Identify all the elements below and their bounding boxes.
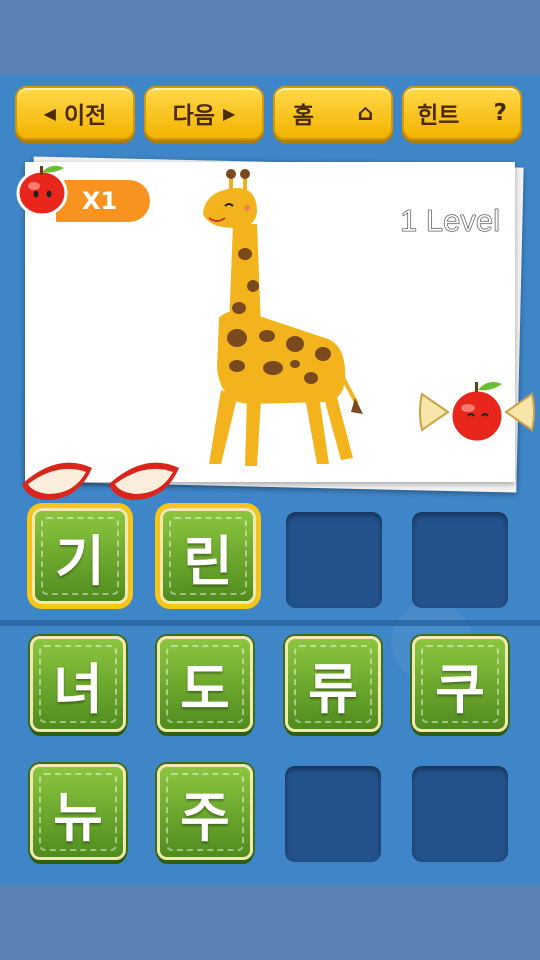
home-label: 홈	[292, 103, 314, 129]
level-indicator: 1 Level	[400, 203, 500, 239]
letter-tile[interactable]: 뉴	[30, 764, 126, 860]
prev-button[interactable]: ◀ 이전	[15, 86, 135, 140]
right-arrow-icon: ▶	[223, 103, 236, 123]
letter-tile[interactable]: 류	[285, 636, 381, 732]
letter-tile[interactable]: 녀	[30, 636, 126, 732]
apple-slice-icon	[109, 462, 179, 500]
letter-tile[interactable]: 주	[157, 764, 253, 860]
letter-tile-empty	[412, 766, 508, 862]
row-divider	[0, 620, 540, 626]
question-icon: ?	[493, 100, 507, 126]
letter-tile-empty	[285, 766, 381, 862]
hint-label: 힌트	[417, 103, 460, 129]
answer-letter: 린	[183, 529, 233, 593]
letter-text: 류	[308, 657, 358, 721]
answer-slot[interactable]: 린	[160, 508, 256, 604]
answer-letter: 기	[55, 529, 105, 593]
giraffe-image	[203, 169, 363, 466]
candy-apple-icon[interactable]	[418, 372, 536, 452]
next-label: 다음	[172, 103, 215, 129]
letter-text: 주	[180, 785, 230, 849]
answer-slot-empty[interactable]	[412, 512, 508, 608]
answer-slot[interactable]: 기	[32, 508, 128, 604]
letter-text: 쿠	[435, 657, 485, 721]
next-button[interactable]: 다음 ▶	[144, 86, 264, 140]
multiplier-text: X1	[82, 187, 118, 215]
letter-tile[interactable]: 도	[157, 636, 253, 732]
letter-text: 도	[180, 657, 230, 721]
home-icon: ⌂	[357, 100, 374, 126]
prev-label: 이전	[63, 103, 107, 129]
apple-icon	[16, 165, 68, 217]
apple-slice-icon	[22, 462, 92, 500]
letter-tile[interactable]: 쿠	[412, 636, 508, 732]
left-arrow-icon: ◀	[43, 103, 56, 123]
letter-text: 뉴	[53, 785, 103, 849]
home-button[interactable]: 홈 ⌂	[273, 86, 393, 140]
letter-text: 녀	[53, 657, 103, 721]
answer-slot-empty[interactable]	[286, 512, 382, 608]
hint-button[interactable]: 힌트 ?	[402, 86, 522, 140]
top-navigation: ◀ 이전 다음 ▶ 홈 ⌂ 힌트 ?	[0, 86, 540, 142]
